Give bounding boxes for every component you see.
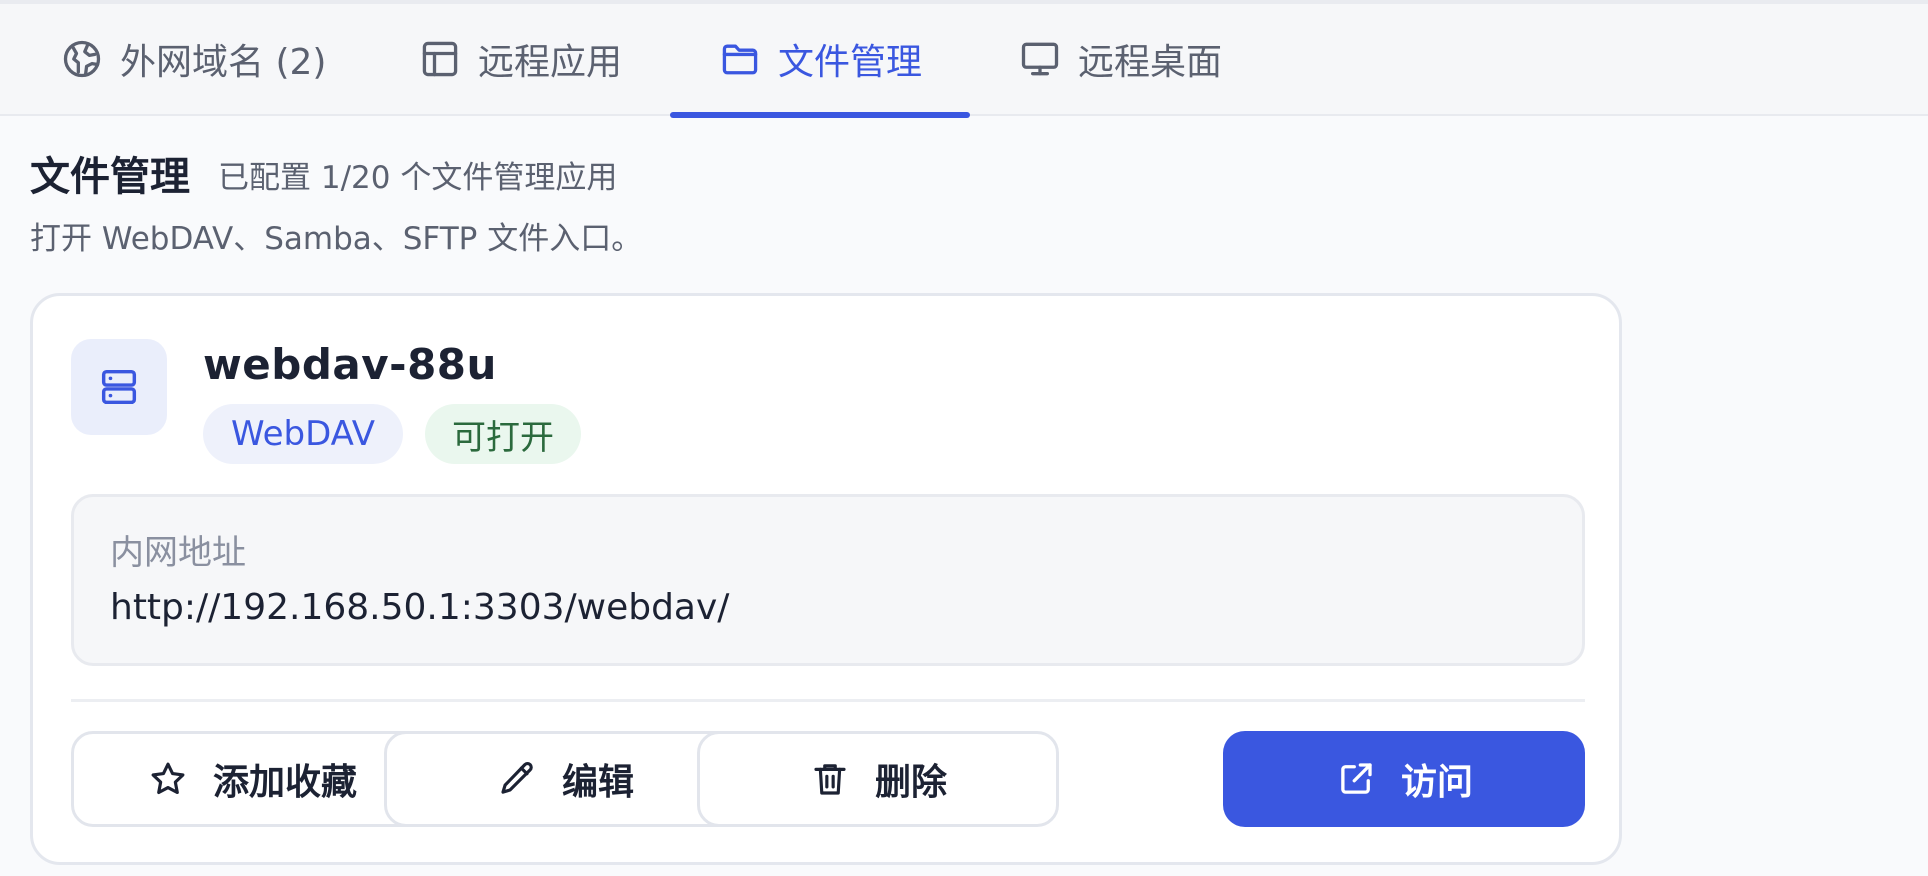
tab-remote-apps[interactable]: 远程应用: [418, 4, 622, 114]
tab-file-management[interactable]: 文件管理: [718, 4, 922, 114]
monitor-icon: [1021, 42, 1059, 76]
type-badge: WebDAV: [203, 404, 403, 464]
address-label: 内网地址: [110, 533, 246, 573]
file-app-card: webdav-88u WebDAV 可打开 内网地址 http://192.16…: [30, 293, 1622, 865]
button-label: 添加收藏: [212, 762, 357, 803]
visit-button[interactable]: 访问: [1223, 731, 1585, 827]
page-subtitle: 已配置 1/20 个文件管理应用: [218, 160, 618, 196]
divider: [71, 699, 1585, 702]
tab-bar: 外网域名 (2) 远程应用 文件管理 远程桌面: [0, 4, 1928, 118]
add-favorite-button[interactable]: 添加收藏: [71, 731, 433, 827]
edit-button[interactable]: 编辑: [384, 731, 746, 827]
delete-button[interactable]: 删除: [697, 731, 1059, 827]
app-layout-icon: [422, 41, 458, 77]
trash-icon: [814, 764, 846, 795]
pencil-icon: [501, 762, 533, 794]
status-badge: 可打开: [425, 404, 581, 464]
tab-external-domains[interactable]: 外网域名 (2): [60, 4, 326, 114]
folder-icon: [722, 44, 758, 75]
star-icon: [151, 762, 185, 795]
button-label: 删除: [874, 762, 947, 803]
tab-label: 远程应用: [478, 42, 623, 83]
button-label: 编辑: [561, 762, 634, 803]
active-tab-indicator: [670, 112, 970, 118]
app-icon-tile: [71, 339, 167, 435]
button-label: 访问: [1400, 762, 1473, 803]
tab-label: 远程桌面: [1078, 42, 1223, 83]
page-description: 打开 WebDAV、Samba、SFTP 文件入口。: [30, 221, 643, 257]
tab-remote-desktop[interactable]: 远程桌面: [1018, 4, 1222, 114]
app-name: webdav-88u: [203, 340, 497, 389]
globe-icon: [63, 40, 101, 78]
tab-label: 文件管理: [778, 42, 923, 83]
page-title: 文件管理: [30, 154, 190, 200]
server-icon: [101, 369, 137, 405]
address-value: http://192.168.50.1:3303/webdav/: [110, 587, 730, 628]
tab-label: 外网域名 (2): [120, 42, 327, 83]
address-box: 内网地址 http://192.168.50.1:3303/webdav/: [71, 494, 1585, 666]
external-link-icon: [1341, 763, 1372, 794]
